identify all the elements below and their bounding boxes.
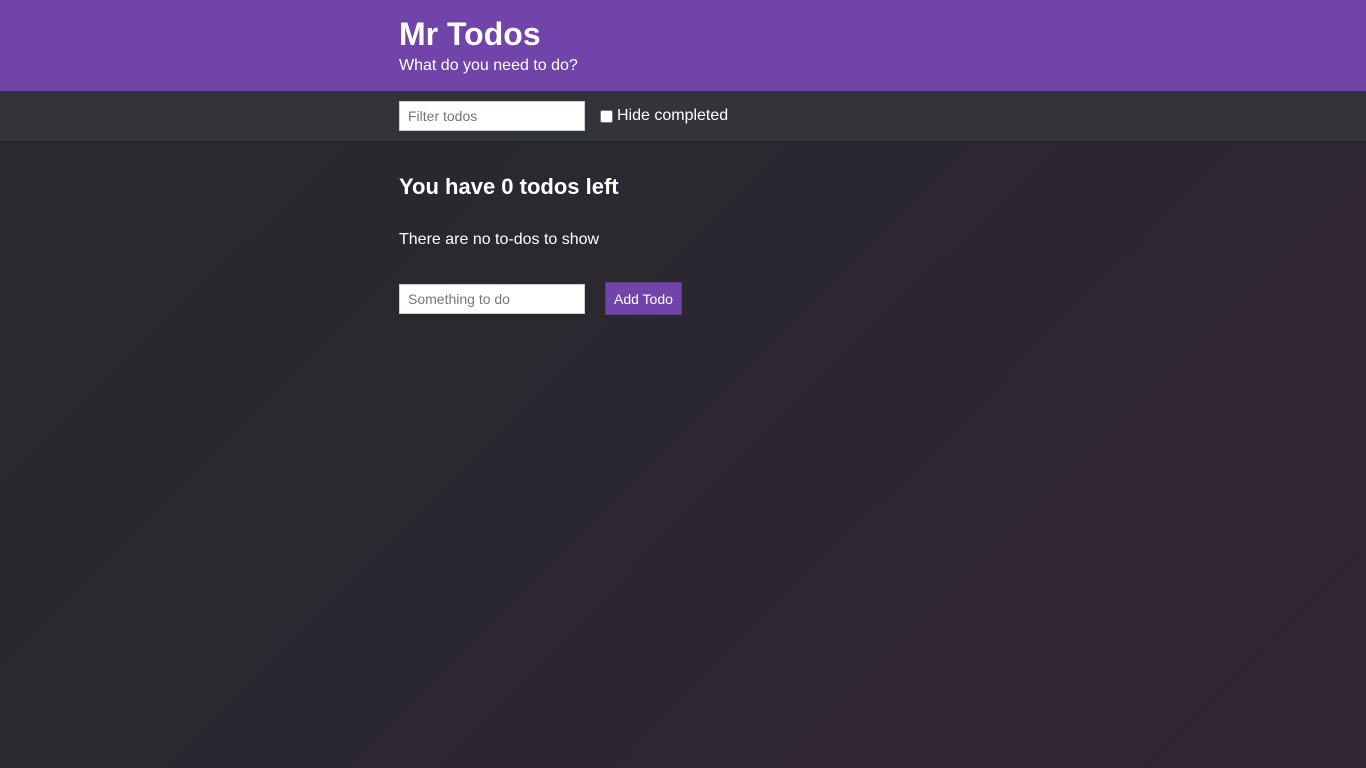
todos-left-heading: You have 0 todos left [399, 174, 619, 199]
app-title: Mr Todos [399, 16, 541, 52]
hide-completed-checkbox[interactable] [600, 109, 613, 123]
new-todo-input[interactable] [399, 283, 585, 314]
hide-completed-label: Hide completed [617, 107, 729, 124]
add-todo-form: Add Todo [399, 282, 1366, 315]
filter-input[interactable] [399, 101, 585, 131]
hide-completed-toggle[interactable]: Hide completed [600, 107, 728, 125]
app-subtitle: What do you need to do? [399, 57, 578, 74]
add-todo-button[interactable]: Add Todo [605, 282, 682, 315]
empty-message: There are no to-dos to show [399, 231, 600, 248]
main-content: You have 0 todos left There are no to-do… [0, 141, 1366, 315]
filter-bar: Hide completed [0, 91, 1366, 141]
app-header: Mr Todos What do you need to do? [0, 0, 1366, 91]
